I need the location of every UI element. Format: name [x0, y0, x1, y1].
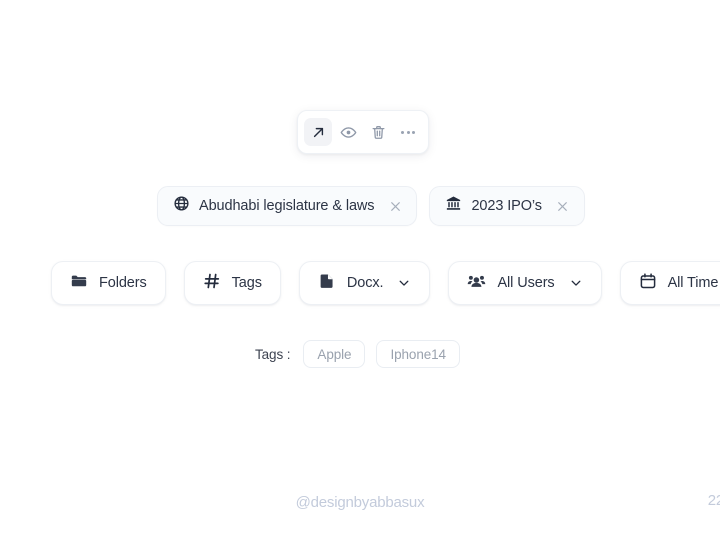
more-options-button[interactable] — [394, 118, 422, 146]
filter-label: All Users — [497, 275, 555, 291]
eye-icon — [340, 124, 357, 141]
document-icon — [318, 272, 336, 295]
trash-icon — [370, 124, 387, 141]
filter-docx[interactable]: Docx. — [298, 261, 431, 305]
filter-all-users[interactable]: All Users — [448, 261, 602, 305]
tag-label: Iphone14 — [390, 346, 446, 362]
chevron-down-icon[interactable] — [569, 276, 583, 290]
users-icon — [467, 271, 486, 295]
ellipsis-icon — [401, 130, 415, 134]
delete-button[interactable] — [364, 118, 392, 146]
chip-2023-ipos[interactable]: 2023 IPO’s — [429, 186, 585, 226]
action-toolbar — [297, 110, 429, 154]
tag-iphone14[interactable]: Iphone14 — [376, 340, 460, 368]
filter-label: Folders — [99, 275, 147, 291]
calendar-icon — [639, 272, 657, 295]
open-external-icon — [310, 124, 327, 141]
filter-folders[interactable]: Folders — [51, 261, 166, 305]
watermark: @designbyabbasux — [295, 494, 425, 511]
chip-label: Abudhabi legislature & laws — [199, 198, 375, 214]
chip-label: 2023 IPO’s — [471, 198, 542, 214]
globe-icon — [173, 195, 190, 217]
filter-label: All Time — [667, 275, 719, 291]
chip-close-icon[interactable] — [388, 199, 402, 213]
tags-section: Tags : Apple Iphone14 — [255, 340, 460, 368]
tag-apple[interactable]: Apple — [303, 340, 366, 368]
active-filter-chips: Abudhabi legislature & laws 2023 IPO’s — [157, 186, 585, 226]
tag-label: Apple — [317, 346, 352, 362]
filter-label: Tags — [231, 275, 262, 291]
tags-caption: Tags : — [255, 346, 291, 362]
folder-icon — [70, 272, 88, 295]
chip-close-icon[interactable] — [556, 199, 570, 213]
hash-icon — [203, 272, 221, 295]
bank-icon — [445, 195, 462, 217]
canvas: Abudhabi legislature & laws 2023 IPO’s F… — [0, 0, 720, 540]
filter-tags[interactable]: Tags — [183, 261, 281, 305]
chevron-down-icon[interactable] — [397, 276, 411, 290]
filter-all-time[interactable]: All Time — [619, 261, 720, 305]
filter-bar: Folders Tags Docx. All Users All Time — [51, 261, 720, 305]
preview-button[interactable] — [334, 118, 362, 146]
filter-label: Docx. — [346, 275, 384, 291]
corner-number: 22 — [707, 492, 720, 509]
open-external-button[interactable] — [304, 118, 332, 146]
chip-abudhabi-legislature[interactable]: Abudhabi legislature & laws — [157, 186, 418, 226]
